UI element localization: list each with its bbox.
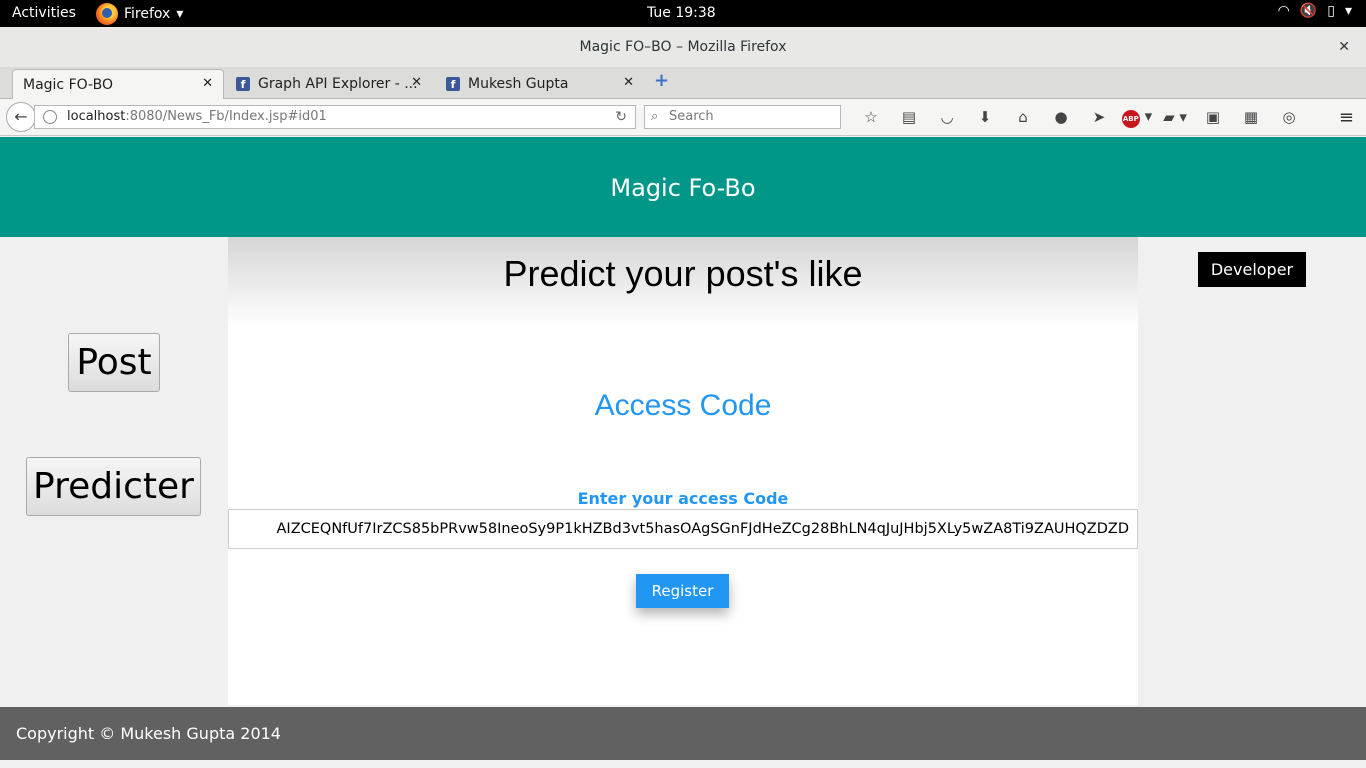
tab-label: Graph API Explorer - ... (258, 76, 418, 92)
web-page: Magic Fo-Bo Post Predicter Developer Pre… (0, 137, 1366, 768)
new-tab-button[interactable]: + (654, 70, 669, 91)
chevron-down-icon: ▾ (176, 5, 184, 22)
bookmark-star-icon[interactable]: ☆ (852, 108, 890, 126)
predicter-button[interactable]: Predicter (26, 457, 201, 516)
search-icon: ⌕ (651, 109, 659, 124)
navigation-toolbar: ← localhost:8080/News_Fb/Index.jsp#id01 … (0, 99, 1366, 136)
close-tab-icon[interactable]: ✕ (623, 75, 634, 90)
page-header: Magic Fo-Bo (0, 137, 1366, 237)
copyright-text: Copyright © Mukesh Gupta 2014 (16, 724, 281, 743)
reload-icon[interactable]: ↻ (615, 106, 627, 128)
system-tray[interactable]: ◠ 🔇 ▯ ▾ (1278, 3, 1352, 19)
activities-button[interactable]: Activities (12, 5, 76, 21)
window-titlebar: Magic FO–BO – Mozilla Firefox ✕ (0, 27, 1366, 67)
tab-label: Mukesh Gupta (468, 76, 569, 92)
downloads-icon[interactable]: ⬇ (966, 108, 1004, 126)
facebook-icon: f (236, 77, 250, 91)
main-panel: Predict your post's like Access Code Ent… (228, 237, 1138, 705)
search-placeholder: Search (669, 109, 714, 124)
tab-graph-api-explorer[interactable]: f Graph API Explorer - ... ✕ (226, 69, 432, 99)
wifi-icon: ◠ (1277, 3, 1290, 19)
system-top-bar: Activities Firefox ▾ Tue 19:38 ◠ 🔇 ▯ ▾ (0, 0, 1366, 27)
reading-list-icon[interactable]: ▤ (890, 108, 928, 126)
pocket-icon[interactable]: ◡ (928, 108, 966, 126)
toolbar-icons: ☆ ▤ ◡ ⬇ ⌂ ● ➤ ABP ▾ ▰ ▾ ▣ ▦ ◎ (852, 106, 1308, 128)
page-footer: Copyright © Mukesh Gupta 2014 (0, 707, 1366, 760)
send-icon[interactable]: ➤ (1080, 108, 1118, 126)
network-icon[interactable]: ◎ (1270, 108, 1308, 126)
tab-mukesh-gupta[interactable]: f Mukesh Gupta ✕ (436, 69, 644, 99)
developer-button[interactable]: Developer (1198, 252, 1306, 287)
home-icon[interactable]: ⌂ (1004, 108, 1042, 126)
register-button[interactable]: Register (636, 574, 729, 608)
tab-bar: Magic FO-BO ✕ f Graph API Explorer - ...… (0, 67, 1366, 99)
header-title: Magic Fo-Bo (610, 174, 756, 202)
volume-muted-icon: 🔇 (1299, 3, 1318, 19)
battery-icon: ▯ (1327, 3, 1335, 19)
post-button[interactable]: Post (68, 333, 160, 392)
page-title: Predict your post's like (503, 253, 863, 294)
adblock-icon[interactable]: ABP ▾ (1118, 107, 1156, 128)
back-button[interactable]: ← (6, 102, 36, 132)
chat-icon[interactable]: ● (1042, 108, 1080, 126)
close-tab-icon[interactable]: ✕ (411, 75, 422, 90)
access-code-label: Enter your access Code (577, 489, 789, 508)
url-host: localhost (67, 109, 126, 124)
clock[interactable]: Tue 19:38 (647, 5, 716, 21)
close-window-button[interactable]: ✕ (1338, 27, 1350, 67)
folder-icon[interactable]: ▰ ▾ (1156, 108, 1194, 126)
access-code-heading: Access Code (594, 389, 772, 422)
extension-icon[interactable]: ▦ (1232, 108, 1270, 126)
firefox-icon (96, 2, 118, 25)
tab-label: Magic FO-BO (23, 76, 113, 93)
access-code-input[interactable] (228, 509, 1138, 549)
window-title: Magic FO–BO – Mozilla Firefox (579, 39, 787, 55)
url-bar[interactable]: localhost:8080/News_Fb/Index.jsp#id01 ↻ (34, 105, 636, 129)
hamburger-menu-icon[interactable]: ≡ (1339, 107, 1354, 128)
app-menu-label: Firefox (124, 5, 171, 22)
facebook-icon: f (446, 77, 460, 91)
search-input[interactable]: ⌕ Search (644, 105, 841, 129)
app-menu[interactable]: Firefox ▾ (96, 0, 183, 27)
site-info-icon[interactable] (43, 110, 57, 124)
url-path: :8080/News_Fb/Index.jsp#id01 (125, 109, 327, 124)
chevron-down-icon: ▾ (1344, 3, 1352, 19)
screenshot-icon[interactable]: ▣ (1194, 108, 1232, 126)
close-tab-icon[interactable]: ✕ (202, 76, 213, 91)
tab-magic-fo-bo[interactable]: Magic FO-BO ✕ (12, 69, 224, 99)
